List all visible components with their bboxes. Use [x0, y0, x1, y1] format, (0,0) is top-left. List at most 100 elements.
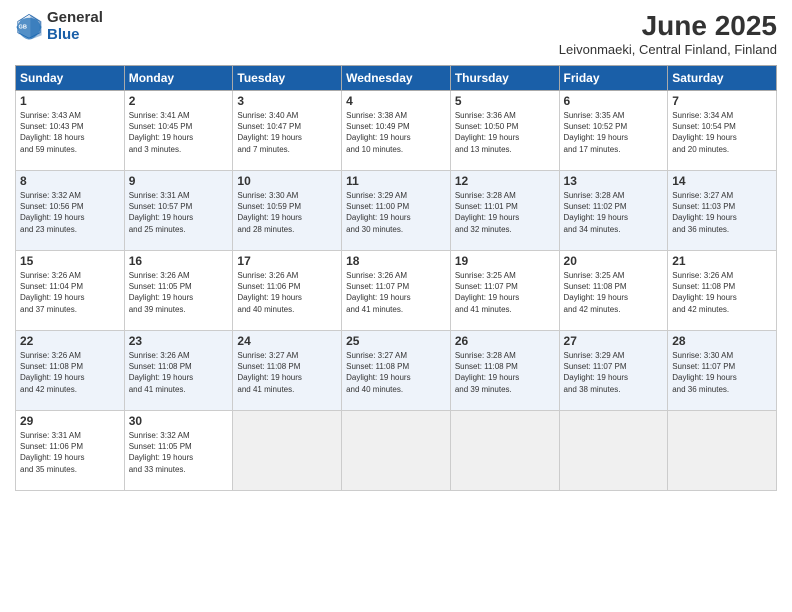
calendar-cell-w1-d3: 3 Sunrise: 3:40 AM Sunset: 10:47 PM Dayli…	[233, 91, 342, 171]
cell-info: Sunrise: 3:28 AM Sunset: 11:02 PM Daylig…	[564, 190, 664, 235]
cell-info: Sunrise: 3:41 AM Sunset: 10:45 PM Daylig…	[129, 110, 229, 155]
cell-info: Sunrise: 3:28 AM Sunset: 11:08 PM Daylig…	[455, 350, 555, 395]
cell-info: Sunrise: 3:30 AM Sunset: 10:59 PM Daylig…	[237, 190, 337, 235]
cell-info: Sunrise: 3:28 AM Sunset: 11:01 PM Daylig…	[455, 190, 555, 235]
day-number: 24	[237, 334, 337, 348]
day-number: 22	[20, 334, 120, 348]
col-friday: Friday	[559, 66, 668, 91]
week-row-4: 22 Sunrise: 3:26 AM Sunset: 11:08 PM Dayl…	[16, 331, 777, 411]
calendar-cell-w2-d5: 12 Sunrise: 3:28 AM Sunset: 11:01 PM Dayl…	[450, 171, 559, 251]
calendar-cell-w1-d1: 1 Sunrise: 3:43 AM Sunset: 10:43 PM Dayli…	[16, 91, 125, 171]
calendar-cell-w5-d6	[559, 411, 668, 491]
calendar-cell-w3-d7: 21 Sunrise: 3:26 AM Sunset: 11:08 PM Dayl…	[668, 251, 777, 331]
day-number: 15	[20, 254, 120, 268]
calendar-cell-w4-d6: 27Sunrise: 3:29 AM Sunset: 11:07 PM Dayl…	[559, 331, 668, 411]
day-number: 7	[672, 94, 772, 108]
page: GB General Blue June 2025 Leivonmaeki, C…	[0, 0, 792, 612]
calendar-cell-w4-d5: 26 Sunrise: 3:28 AM Sunset: 11:08 PM Dayl…	[450, 331, 559, 411]
day-number: 4	[346, 94, 446, 108]
calendar-cell-w3-d2: 16Sunrise: 3:26 AM Sunset: 11:05 PM Dayl…	[124, 251, 233, 331]
day-number: 19	[455, 254, 555, 268]
day-number: 8	[20, 174, 120, 188]
calendar-cell-w1-d6: 6 Sunrise: 3:35 AM Sunset: 10:52 PM Dayli…	[559, 91, 668, 171]
day-number: 14	[672, 174, 772, 188]
calendar-cell-w1-d5: 5Sunrise: 3:36 AM Sunset: 10:50 PM Dayli…	[450, 91, 559, 171]
calendar-cell-w2-d2: 9Sunrise: 3:31 AM Sunset: 10:57 PM Dayli…	[124, 171, 233, 251]
day-number: 18	[346, 254, 446, 268]
cell-info: Sunrise: 3:31 AM Sunset: 11:06 PM Daylig…	[20, 430, 120, 475]
calendar-cell-w3-d4: 18 Sunrise: 3:26 AM Sunset: 11:07 PM Dayl…	[342, 251, 451, 331]
week-row-2: 8 Sunrise: 3:32 AM Sunset: 10:56 PM Dayli…	[16, 171, 777, 251]
cell-info: Sunrise: 3:32 AM Sunset: 10:56 PM Daylig…	[20, 190, 120, 235]
cell-info: Sunrise: 3:26 AM Sunset: 11:04 PM Daylig…	[20, 270, 120, 315]
calendar-cell-w2-d4: 11Sunrise: 3:29 AM Sunset: 11:00 PM Dayl…	[342, 171, 451, 251]
day-number: 30	[129, 414, 229, 428]
calendar-cell-w3-d5: 19 Sunrise: 3:25 AM Sunset: 11:07 PM Dayl…	[450, 251, 559, 331]
cell-info: Sunrise: 3:31 AM Sunset: 10:57 PM Daylig…	[129, 190, 229, 235]
header: GB General Blue June 2025 Leivonmaeki, C…	[15, 10, 777, 57]
calendar-cell-w5-d3	[233, 411, 342, 491]
day-number: 23	[129, 334, 229, 348]
svg-text:GB: GB	[19, 24, 27, 30]
cell-info: Sunrise: 3:26 AM Sunset: 11:08 PM Daylig…	[672, 270, 772, 315]
day-number: 12	[455, 174, 555, 188]
cell-info: Sunrise: 3:40 AM Sunset: 10:47 PM Daylig…	[237, 110, 337, 155]
calendar-cell-w3-d3: 17Sunrise: 3:26 AM Sunset: 11:06 PM Dayl…	[233, 251, 342, 331]
cell-info: Sunrise: 3:27 AM Sunset: 11:08 PM Daylig…	[237, 350, 337, 395]
calendar-cell-w4-d3: 24 Sunrise: 3:27 AM Sunset: 11:08 PM Dayl…	[233, 331, 342, 411]
calendar-cell-w1-d7: 7Sunrise: 3:34 AM Sunset: 10:54 PM Dayli…	[668, 91, 777, 171]
day-number: 17	[237, 254, 337, 268]
calendar-cell-w3-d1: 15 Sunrise: 3:26 AM Sunset: 11:04 PM Dayl…	[16, 251, 125, 331]
col-saturday: Saturday	[668, 66, 777, 91]
calendar-cell-w4-d4: 25 Sunrise: 3:27 AM Sunset: 11:08 PM Dayl…	[342, 331, 451, 411]
day-number: 25	[346, 334, 446, 348]
col-tuesday: Tuesday	[233, 66, 342, 91]
calendar-cell-w2-d3: 10Sunrise: 3:30 AM Sunset: 10:59 PM Dayl…	[233, 171, 342, 251]
calendar-header-row: Sunday Monday Tuesday Wednesday Thursday…	[16, 66, 777, 91]
calendar-cell-w2-d6: 13Sunrise: 3:28 AM Sunset: 11:02 PM Dayl…	[559, 171, 668, 251]
day-number: 20	[564, 254, 664, 268]
logo-general: General	[47, 9, 103, 26]
calendar-cell-w5-d7	[668, 411, 777, 491]
logo-icon: GB	[15, 13, 43, 41]
cell-info: Sunrise: 3:25 AM Sunset: 11:07 PM Daylig…	[455, 270, 555, 315]
cell-info: Sunrise: 3:27 AM Sunset: 11:08 PM Daylig…	[346, 350, 446, 395]
cell-info: Sunrise: 3:29 AM Sunset: 11:00 PM Daylig…	[346, 190, 446, 235]
cell-info: Sunrise: 3:43 AM Sunset: 10:43 PM Daylig…	[20, 110, 120, 155]
col-sunday: Sunday	[16, 66, 125, 91]
title-block: June 2025 Leivonmaeki, Central Finland, …	[559, 10, 777, 57]
day-number: 29	[20, 414, 120, 428]
calendar-cell-w5-d2: 30 Sunrise: 3:32 AM Sunset: 11:05 PM Dayl…	[124, 411, 233, 491]
calendar-cell-w2-d7: 14 Sunrise: 3:27 AM Sunset: 11:03 PM Dayl…	[668, 171, 777, 251]
calendar-cell-w5-d1: 29 Sunrise: 3:31 AM Sunset: 11:06 PM Dayl…	[16, 411, 125, 491]
location: Leivonmaeki, Central Finland, Finland	[559, 42, 777, 57]
cell-info: Sunrise: 3:36 AM Sunset: 10:50 PM Daylig…	[455, 110, 555, 155]
week-row-5: 29 Sunrise: 3:31 AM Sunset: 11:06 PM Dayl…	[16, 411, 777, 491]
col-monday: Monday	[124, 66, 233, 91]
logo-blue: Blue	[47, 26, 80, 43]
month-title: June 2025	[559, 10, 777, 42]
calendar-cell-w2-d1: 8 Sunrise: 3:32 AM Sunset: 10:56 PM Dayli…	[16, 171, 125, 251]
week-row-1: 1 Sunrise: 3:43 AM Sunset: 10:43 PM Dayli…	[16, 91, 777, 171]
cell-info: Sunrise: 3:38 AM Sunset: 10:49 PM Daylig…	[346, 110, 446, 155]
col-thursday: Thursday	[450, 66, 559, 91]
day-number: 1	[20, 94, 120, 108]
cell-info: Sunrise: 3:35 AM Sunset: 10:52 PM Daylig…	[564, 110, 664, 155]
calendar: Sunday Monday Tuesday Wednesday Thursday…	[15, 65, 777, 491]
cell-info: Sunrise: 3:32 AM Sunset: 11:05 PM Daylig…	[129, 430, 229, 475]
cell-info: Sunrise: 3:30 AM Sunset: 11:07 PM Daylig…	[672, 350, 772, 395]
calendar-cell-w4-d2: 23 Sunrise: 3:26 AM Sunset: 11:08 PM Dayl…	[124, 331, 233, 411]
day-number: 26	[455, 334, 555, 348]
cell-info: Sunrise: 3:26 AM Sunset: 11:07 PM Daylig…	[346, 270, 446, 315]
calendar-cell-w3-d6: 20 Sunrise: 3:25 AM Sunset: 11:08 PM Dayl…	[559, 251, 668, 331]
day-number: 3	[237, 94, 337, 108]
calendar-cell-w4-d7: 28 Sunrise: 3:30 AM Sunset: 11:07 PM Dayl…	[668, 331, 777, 411]
cell-info: Sunrise: 3:27 AM Sunset: 11:03 PM Daylig…	[672, 190, 772, 235]
day-number: 6	[564, 94, 664, 108]
cell-info: Sunrise: 3:25 AM Sunset: 11:08 PM Daylig…	[564, 270, 664, 315]
day-number: 28	[672, 334, 772, 348]
cell-info: Sunrise: 3:26 AM Sunset: 11:08 PM Daylig…	[129, 350, 229, 395]
cell-info: Sunrise: 3:29 AM Sunset: 11:07 PM Daylig…	[564, 350, 664, 395]
logo-text: General Blue	[47, 10, 103, 43]
day-number: 21	[672, 254, 772, 268]
